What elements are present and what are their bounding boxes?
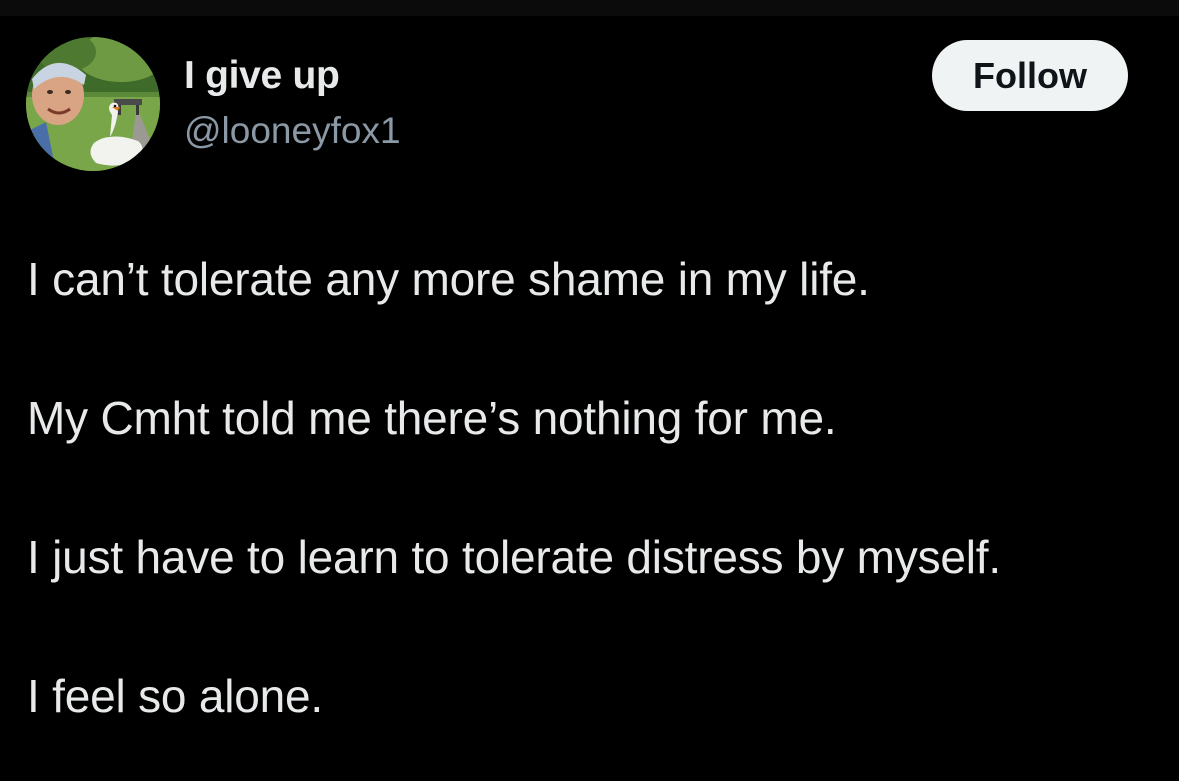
tweet-text-line: I can’t tolerate any more shame in my li… — [27, 253, 870, 305]
tweet-text-line: My Cmht told me there’s nothing for me. — [27, 392, 837, 444]
avatar-photo-icon — [26, 37, 160, 171]
tweet-text-line: I just have to learn to tolerate distres… — [27, 531, 1001, 583]
author-handle[interactable]: @looneyfox1 — [184, 110, 401, 152]
avatar[interactable] — [26, 37, 160, 171]
follow-button[interactable]: Follow — [932, 40, 1128, 111]
tweet-card: I give up @looneyfox1 Follow I can’t tol… — [0, 16, 1179, 781]
tweet-text-line: I feel so alone. — [27, 670, 324, 722]
author-display-name[interactable]: I give up — [184, 54, 340, 98]
status-bar-strip — [0, 0, 1179, 16]
